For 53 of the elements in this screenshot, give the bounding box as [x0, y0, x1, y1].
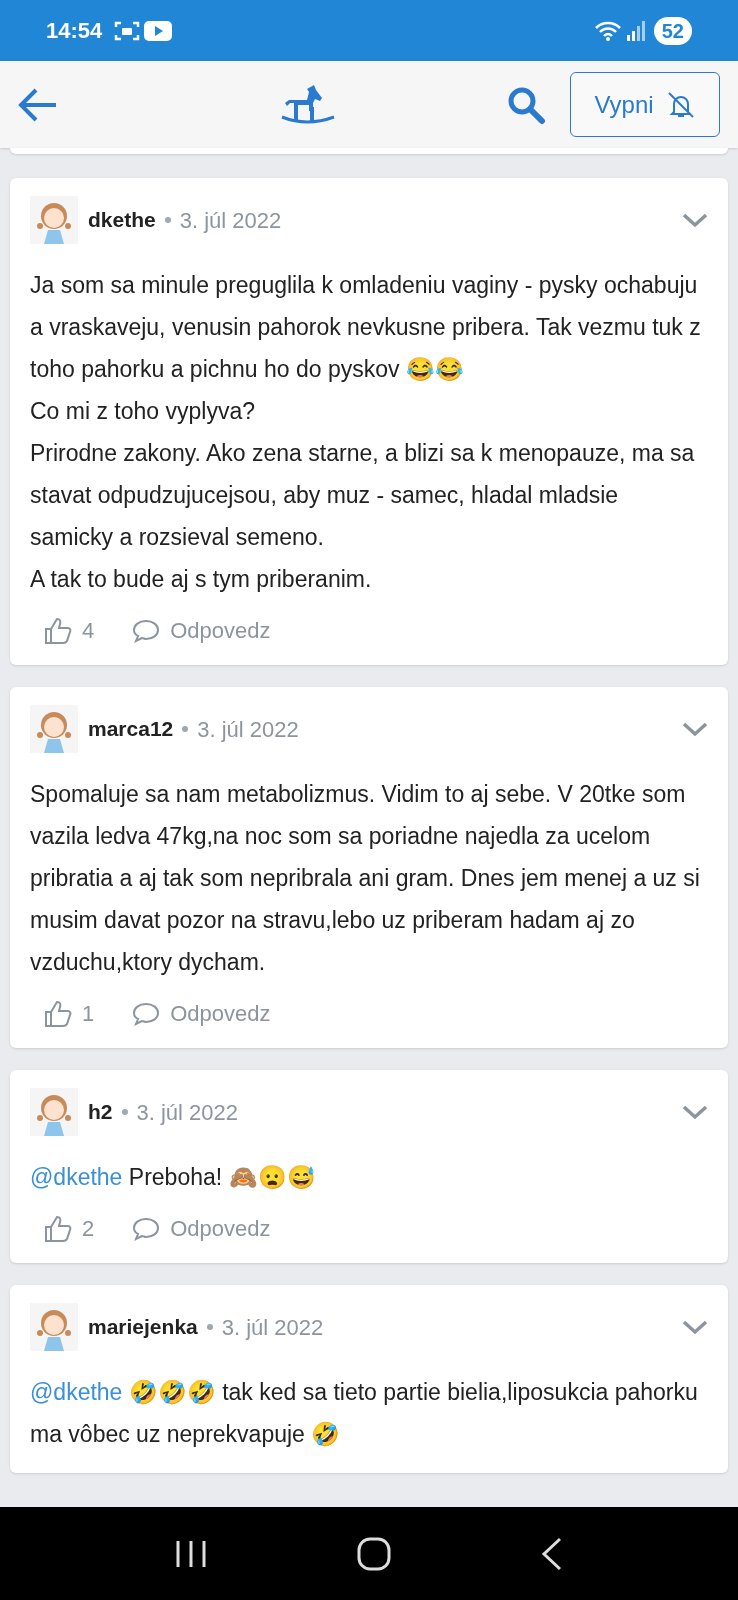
screenshot-icon	[114, 19, 141, 42]
avatar-icon	[30, 705, 78, 753]
chevron-down-icon[interactable]	[682, 1319, 708, 1335]
author-name[interactable]: marca12	[88, 713, 174, 745]
comment-text: Spomaluje sa nam metabolizmus. Vidim to aj sebe. V 20tke som vazila ledva 47kg,na noc som sa poriadne najedla za ucelom pribratia a aj tak som nepribrala ani gram. Dnes jem menej a uz si musim davat pozor na stravu,lebo uz priberam hadam aj zo vzduchu,ktory dycham.	[30, 780, 701, 977]
reply-button[interactable]: Odpovedz	[132, 997, 271, 1030]
avatar-icon	[30, 1088, 78, 1136]
reply-button[interactable]: Odpovedz	[132, 614, 271, 647]
reply-button[interactable]: Odpovedz	[132, 1212, 271, 1245]
separator-dot-icon	[121, 1109, 128, 1115]
comment-date: 3. júl 2022	[221, 1313, 324, 1342]
speech-bubble-icon	[132, 1215, 161, 1242]
chevron-down-icon[interactable]	[682, 1104, 708, 1120]
comment-text: @dkethe Preboha! 🙈😦😅	[30, 1163, 317, 1192]
recent-apps-icon[interactable]	[174, 1538, 209, 1569]
comment-text: A tak to bude aj s tym priberanim.	[30, 565, 373, 594]
avatar-icon	[30, 1303, 78, 1351]
back-arrow-icon[interactable]	[18, 86, 58, 123]
thumbs-up-icon	[44, 616, 72, 645]
like-button[interactable]: 4	[44, 614, 95, 647]
wifi-icon	[593, 19, 622, 42]
mute-notifications-button[interactable]: Vypni	[570, 72, 720, 137]
status-time: 14:54	[46, 17, 103, 45]
comment-date: 3. júl 2022	[136, 1098, 239, 1127]
author-name[interactable]: dkethe	[88, 204, 156, 236]
speech-bubble-icon	[132, 1000, 161, 1027]
separator-dot-icon	[182, 726, 189, 732]
speech-bubble-icon	[132, 617, 161, 644]
video-icon	[144, 20, 173, 41]
comment-text: @dkethe 🤣🤣🤣 tak ked sa tieto partie bielia,liposukcia pahorku ma vôbec uz neprekvapuje 🤣	[30, 1378, 699, 1449]
comment-date: 3. júl 2022	[197, 715, 299, 744]
mention-link[interactable]: @dkethe	[30, 1379, 123, 1405]
comment-text: Ja som sa minule preguglila k omladeniu vaginy - pysky ochabuju a vraskaveju, venusin pahorok nevkusne pribera. Tak vezmu tuk z toho pahorku a pichnu ho do pyskov 😂😂	[30, 271, 702, 384]
mention-link[interactable]: @dkethe	[30, 1164, 123, 1190]
comment-text: Co mi z toho vyplyva?	[30, 397, 256, 426]
back-icon[interactable]	[539, 1536, 564, 1571]
chevron-down-icon[interactable]	[682, 721, 708, 737]
author-name[interactable]: h2	[88, 1096, 113, 1128]
comment-text: Prirodne zakony. Ako zena starne, a blizi sa k menopauze, ma sa stavat odpudzujucejsou, aby muz - samec, hladal mladsie samicky a rozsieval semeno.	[30, 439, 696, 552]
bell-off-icon	[665, 89, 696, 120]
separator-dot-icon	[164, 217, 171, 223]
thumbs-up-icon	[44, 999, 72, 1028]
battery-level: 52	[653, 16, 692, 45]
chevron-down-icon[interactable]	[682, 212, 708, 228]
separator-dot-icon	[206, 1324, 213, 1330]
home-icon[interactable]	[357, 1536, 391, 1571]
like-button[interactable]: 2	[44, 1212, 95, 1245]
comment-date: 3. júl 2022	[179, 206, 282, 235]
like-button[interactable]: 1	[44, 997, 95, 1030]
thumbs-up-icon	[44, 1214, 72, 1243]
signal-icon	[625, 19, 646, 42]
author-name[interactable]: mariejenka	[88, 1311, 198, 1343]
avatar-icon	[30, 196, 78, 244]
